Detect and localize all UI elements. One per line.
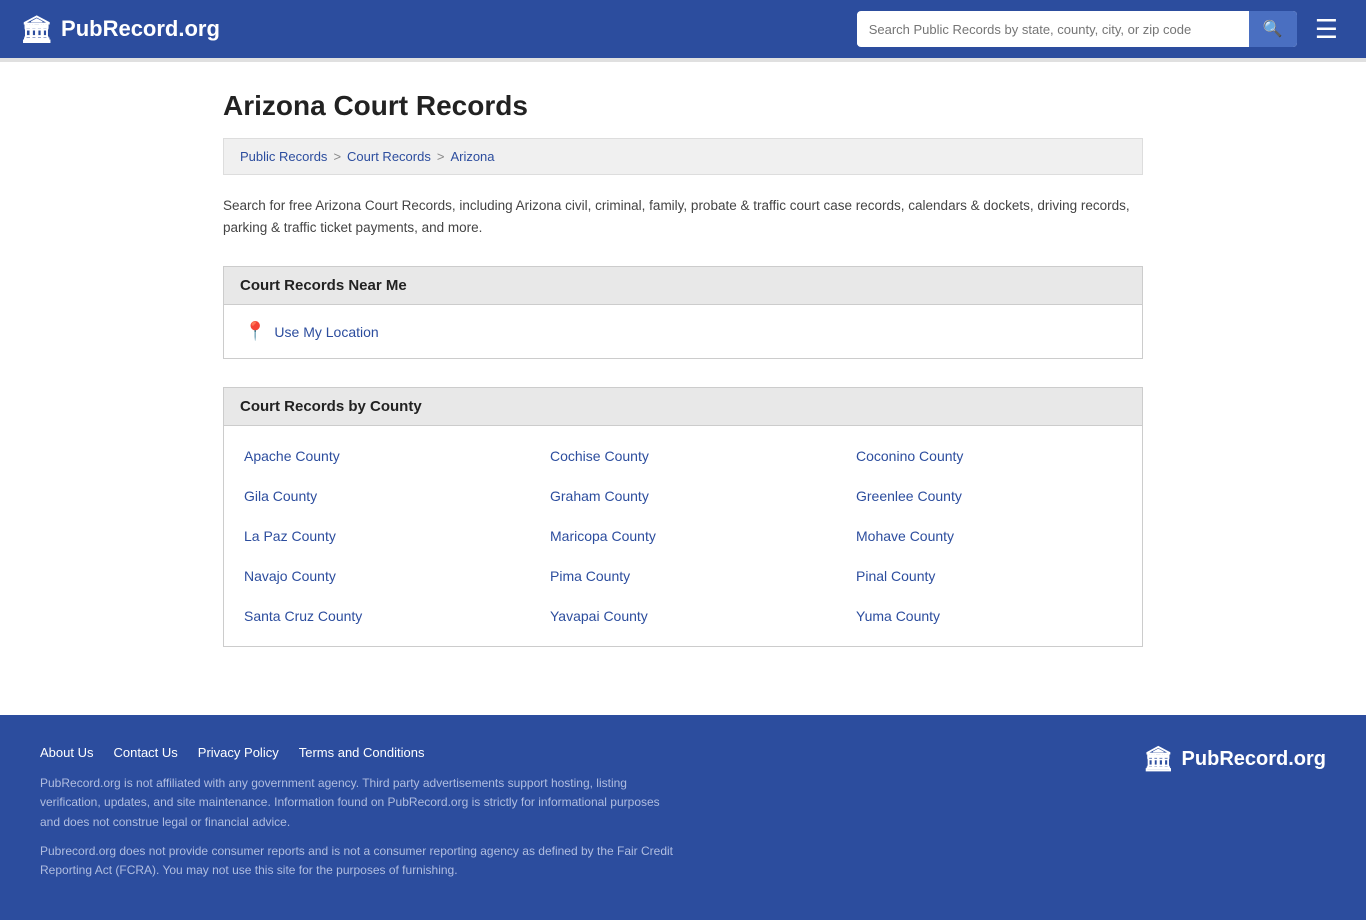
search-input[interactable] [857, 14, 1249, 45]
logo-text: PubRecord.org [61, 16, 220, 42]
county-link-navajo[interactable]: Navajo County [244, 568, 336, 584]
county-cell-yavapai: Yavapai County [530, 596, 836, 636]
county-link-graham[interactable]: Graham County [550, 488, 649, 504]
county-link-lapaz[interactable]: La Paz County [244, 528, 336, 544]
county-link-santacruz[interactable]: Santa Cruz County [244, 608, 362, 624]
county-link-pima[interactable]: Pima County [550, 568, 630, 584]
hamburger-menu-button[interactable]: ☰ [1307, 12, 1346, 46]
county-cell-pinal: Pinal County [836, 556, 1142, 596]
footer-logo: 🏛 PubRecord.org [1143, 745, 1326, 774]
county-cell-graham: Graham County [530, 476, 836, 516]
county-section-header: Court Records by County [223, 387, 1143, 426]
county-cell-apache: Apache County [224, 436, 530, 476]
county-cell-gila: Gila County [224, 476, 530, 516]
footer-logo-icon: 🏛 [1143, 745, 1173, 774]
search-button[interactable]: 🔍 [1249, 11, 1297, 47]
county-link-mohave[interactable]: Mohave County [856, 528, 954, 544]
site-logo[interactable]: 🏛 PubRecord.org [20, 14, 220, 45]
footer-nav: About Us Contact Us Privacy Policy Terms… [40, 745, 680, 760]
county-link-gila[interactable]: Gila County [244, 488, 317, 504]
breadcrumb-court-records[interactable]: Court Records [347, 149, 431, 164]
footer-link-about[interactable]: About Us [40, 745, 93, 760]
footer-link-contact[interactable]: Contact Us [113, 745, 177, 760]
county-cell-santacruz: Santa Cruz County [224, 596, 530, 636]
footer-text-1: PubRecord.org is not affiliated with any… [40, 774, 680, 832]
search-bar: 🔍 [857, 11, 1297, 47]
county-cell-maricopa: Maricopa County [530, 516, 836, 556]
breadcrumb-public-records[interactable]: Public Records [240, 149, 327, 164]
county-link-cochise[interactable]: Cochise County [550, 448, 649, 464]
breadcrumb-sep-2: > [437, 149, 445, 164]
county-cell-cochise: Cochise County [530, 436, 836, 476]
county-cell-greenlee: Greenlee County [836, 476, 1142, 516]
location-pin-icon: 📍 [244, 321, 266, 342]
page-title: Arizona Court Records [223, 90, 1143, 122]
county-link-apache[interactable]: Apache County [244, 448, 340, 464]
footer-text-2: Pubrecord.org does not provide consumer … [40, 842, 680, 880]
county-link-yuma[interactable]: Yuma County [856, 608, 940, 624]
county-cell-coconino: Coconino County [836, 436, 1142, 476]
page-description: Search for free Arizona Court Records, i… [223, 195, 1143, 238]
county-cell-yuma: Yuma County [836, 596, 1142, 636]
county-cell-mohave: Mohave County [836, 516, 1142, 556]
county-section: Apache County Cochise County Coconino Co… [223, 426, 1143, 647]
breadcrumb: Public Records > Court Records > Arizona [223, 138, 1143, 175]
header-right: 🔍 ☰ [857, 11, 1346, 47]
site-header: 🏛 PubRecord.org 🔍 ☰ [0, 0, 1366, 58]
breadcrumb-arizona[interactable]: Arizona [450, 149, 494, 164]
county-grid: Apache County Cochise County Coconino Co… [224, 426, 1142, 646]
county-cell-lapaz: La Paz County [224, 516, 530, 556]
main-content: Arizona Court Records Public Records > C… [203, 62, 1163, 715]
county-link-yavapai[interactable]: Yavapai County [550, 608, 648, 624]
breadcrumb-sep-1: > [333, 149, 341, 164]
use-my-location-label: Use My Location [274, 324, 378, 340]
footer-left: About Us Contact Us Privacy Policy Terms… [40, 745, 680, 890]
logo-icon: 🏛 [20, 14, 53, 45]
use-my-location-row[interactable]: 📍 Use My Location [244, 321, 1122, 342]
footer-link-terms[interactable]: Terms and Conditions [299, 745, 425, 760]
county-cell-navajo: Navajo County [224, 556, 530, 596]
county-link-greenlee[interactable]: Greenlee County [856, 488, 962, 504]
county-cell-pima: Pima County [530, 556, 836, 596]
county-link-pinal[interactable]: Pinal County [856, 568, 935, 584]
near-me-section-header: Court Records Near Me [223, 266, 1143, 305]
county-link-maricopa[interactable]: Maricopa County [550, 528, 656, 544]
near-me-section: 📍 Use My Location [223, 305, 1143, 359]
county-link-coconino[interactable]: Coconino County [856, 448, 963, 464]
footer-link-privacy[interactable]: Privacy Policy [198, 745, 279, 760]
site-footer: About Us Contact Us Privacy Policy Terms… [0, 715, 1366, 920]
